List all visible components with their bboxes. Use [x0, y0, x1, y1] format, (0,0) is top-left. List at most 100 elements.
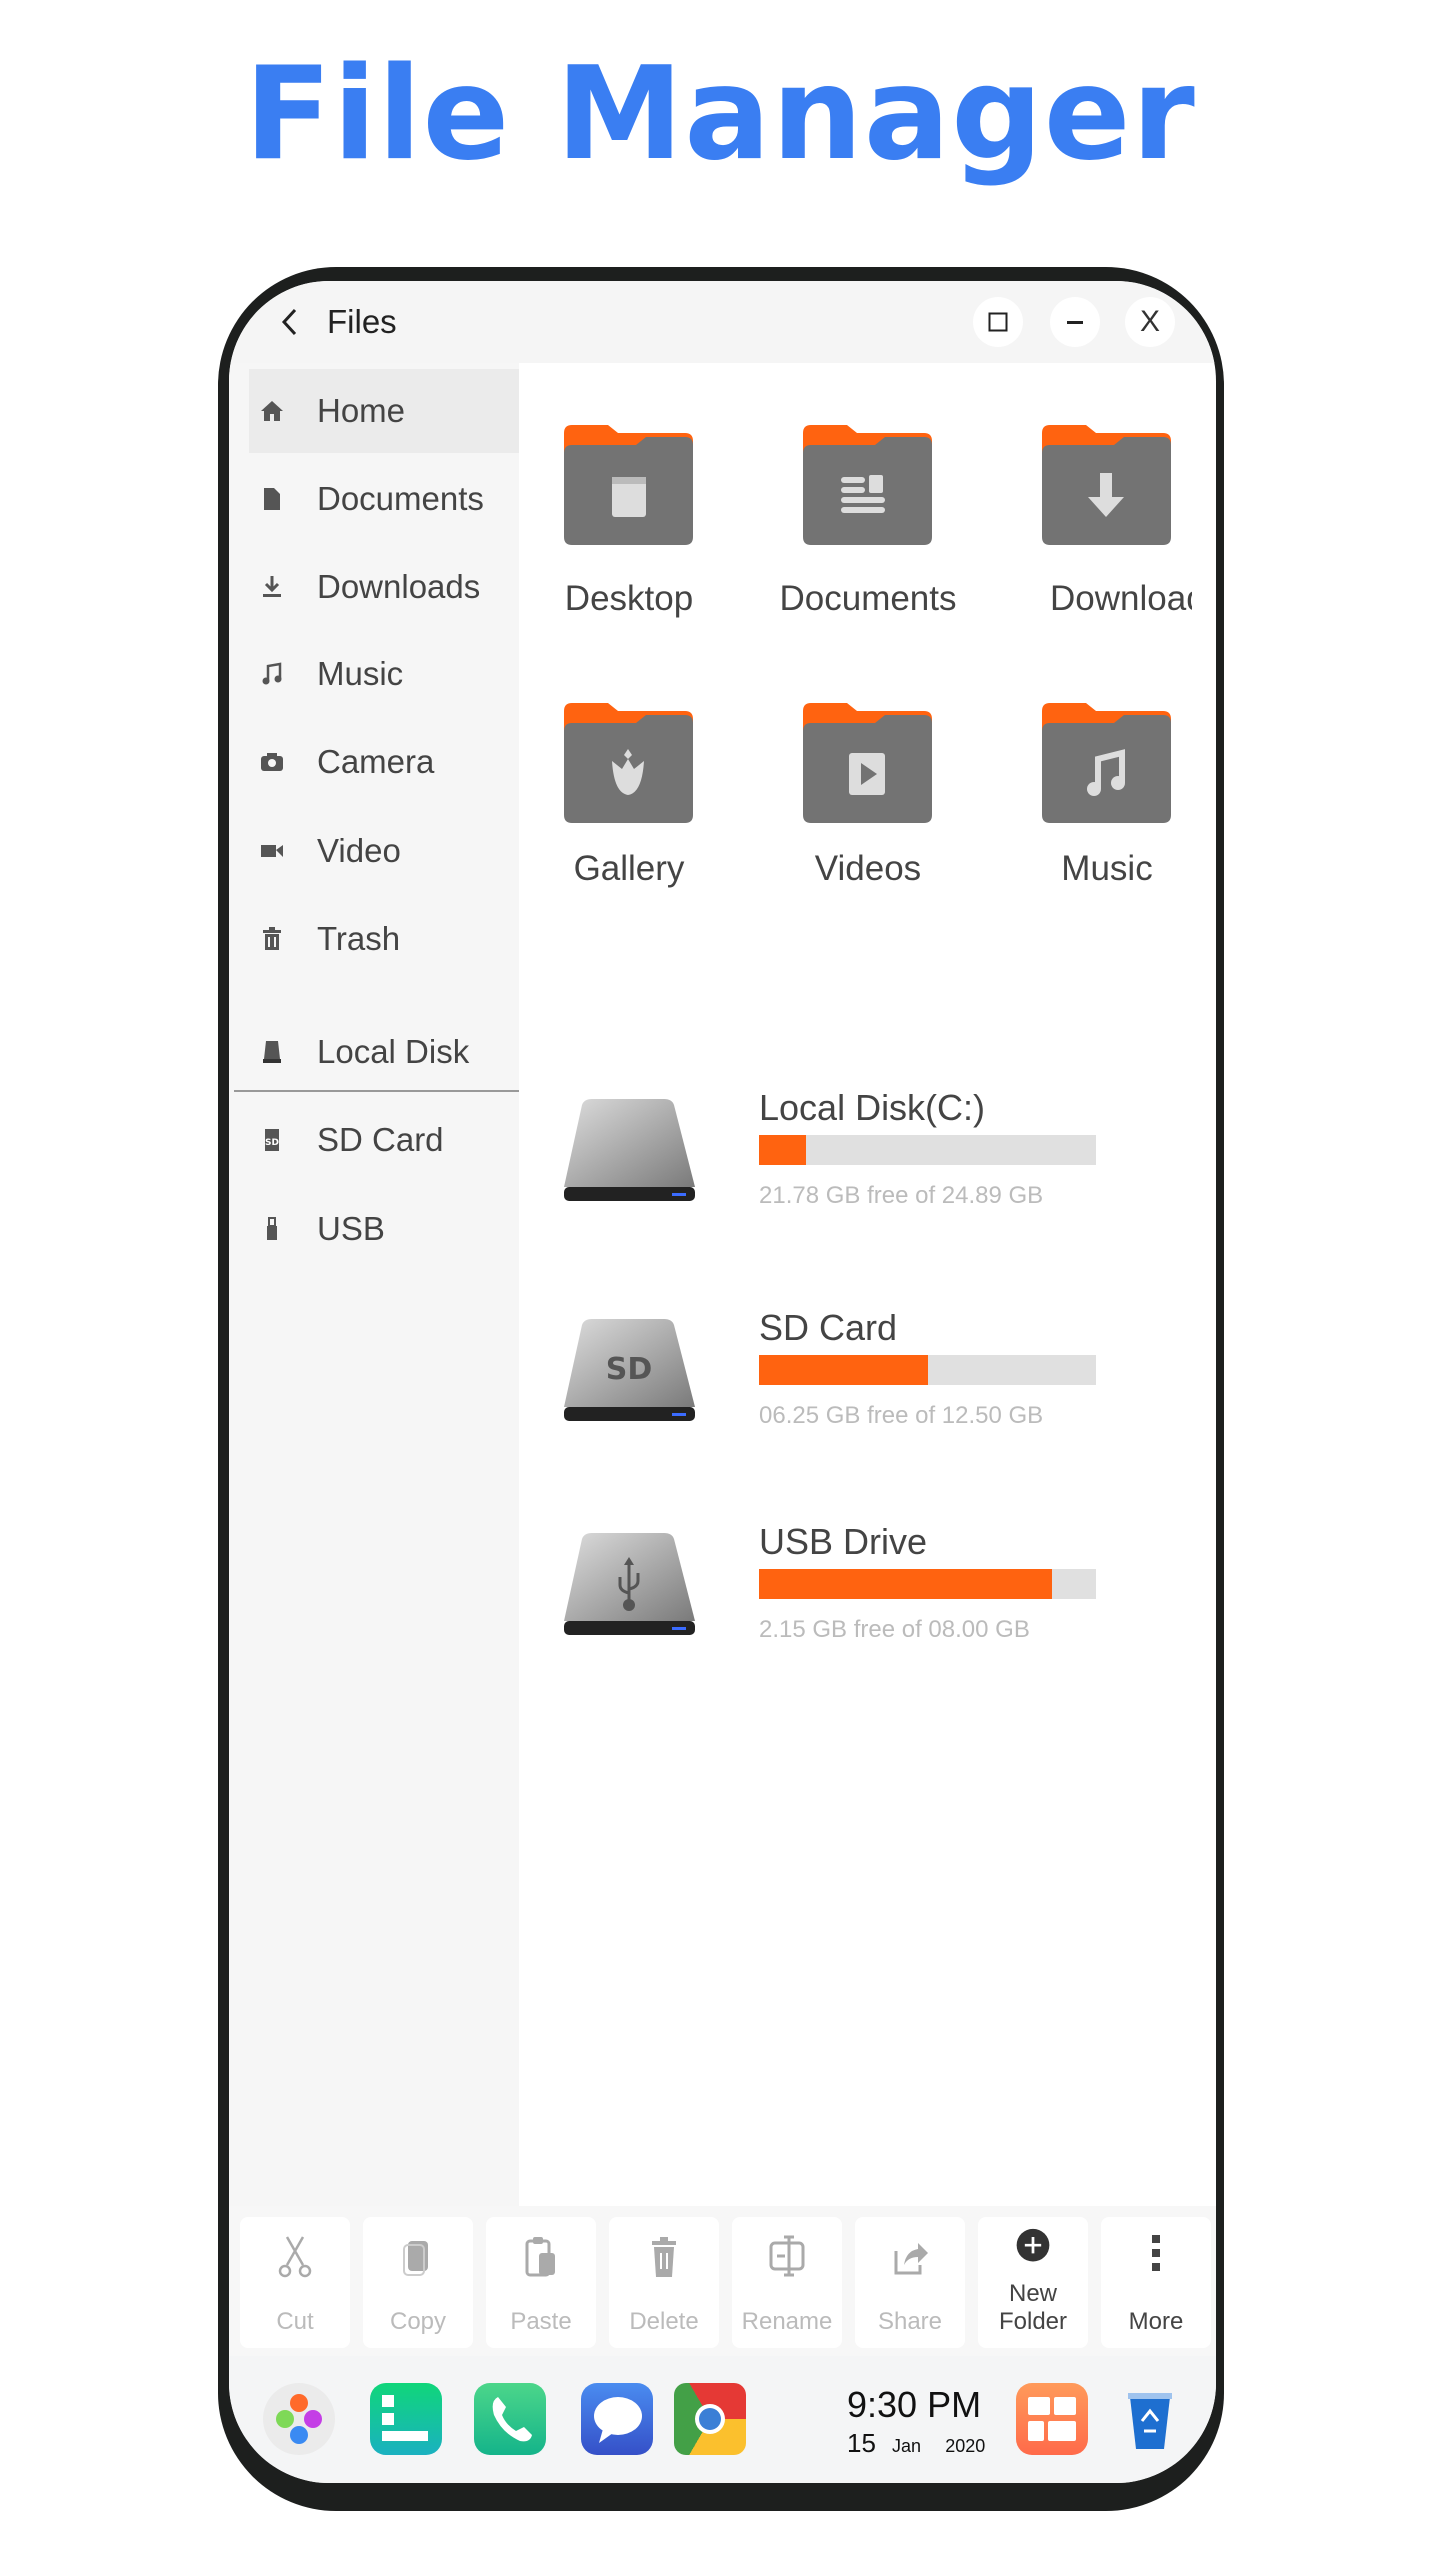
drive-icon: SD [564, 1319, 695, 1421]
sd-card-icon: SD [265, 1129, 279, 1151]
drive-local-disk-c-[interactable]: Local Disk(C:) 21.78 GB free of 24.89 GB [564, 1087, 1124, 1219]
folder-gallery[interactable]: Gallery [514, 703, 744, 911]
minimize-icon [1067, 321, 1083, 324]
recycle-bin-icon [1128, 2393, 1172, 2449]
folder-film-play-icon [803, 703, 932, 823]
folder-music-note-icon [1042, 703, 1171, 823]
drive-usb-drive[interactable]: USB Drive 2.15 GB free of 08.00 GB [564, 1521, 1124, 1653]
messages-app[interactable] [581, 2383, 653, 2455]
sidebar-item-home[interactable]: Home [249, 369, 519, 453]
rename-icon [769, 2235, 805, 2277]
widgets-app[interactable] [1016, 2383, 1088, 2455]
folder-label: Downloads [1050, 579, 1192, 618]
sidebar-item-label: Video [317, 832, 401, 869]
more-button[interactable]: More [1101, 2217, 1211, 2348]
phone-screen: Files X Home Documents Downloads Music Camer… [229, 281, 1216, 2483]
toolbar-label: Cut [276, 2308, 314, 2335]
chrome-app[interactable] [674, 2383, 746, 2455]
rename-button[interactable]: Rename [732, 2217, 842, 2348]
sidebar-item-music[interactable]: Music [229, 632, 519, 716]
toolbar-label: New Folder [978, 2280, 1088, 2336]
drive-icon [564, 1533, 695, 1635]
storage-bar-fill [759, 1569, 1053, 1599]
sidebar-item-label: Music [317, 655, 404, 692]
toolbar-label-text: New Folder [998, 2280, 1068, 2335]
drive-icon [564, 1099, 695, 1201]
folder-label: Videos [814, 849, 922, 888]
copy-button[interactable]: Copy [363, 2217, 473, 2348]
sidebar-item-downloads[interactable]: Downloads [229, 545, 519, 629]
clock-time: 9:30 PM [847, 2384, 982, 2425]
back-button[interactable] [265, 297, 315, 347]
delete-button[interactable]: Delete [609, 2217, 719, 2348]
sidebar-item-label: USB [317, 1210, 385, 1247]
folder-label: Gallery [573, 849, 685, 888]
page-headline: File Manager [244, 40, 1196, 189]
sidebar-device-usb[interactable]: USB [229, 1187, 519, 1271]
storage-bar [759, 1135, 1096, 1165]
download-icon [263, 576, 281, 597]
toolbar-label: Rename [741, 2308, 833, 2335]
chat-bubble-icon [594, 2397, 642, 2443]
sidebar-item-video[interactable]: Video [229, 809, 519, 893]
new-folder-button[interactable]: New Folder [978, 2217, 1088, 2348]
recycle-bin-app[interactable] [1114, 2383, 1186, 2455]
folder-article-icon [803, 425, 932, 545]
toolbar-label: Delete [629, 2308, 699, 2335]
share-button[interactable]: Share [855, 2217, 965, 2348]
paste-button[interactable]: Paste [486, 2217, 596, 2348]
close-button[interactable]: X [1125, 297, 1175, 347]
sidebar-item-label: Documents [317, 480, 484, 517]
drive-sd-card[interactable]: SD SD Card 06.25 GB free of 12.50 GB [564, 1307, 1124, 1439]
sidebar-item-label: Downloads [317, 568, 481, 605]
home-icon [261, 401, 283, 421]
clock-month: Jan [892, 2436, 922, 2456]
drive-name: USB Drive [759, 1521, 928, 1562]
document-icon [264, 488, 280, 510]
folder-videos[interactable]: Videos [753, 703, 983, 911]
notes-app[interactable] [370, 2383, 442, 2455]
folder-downloads[interactable]: Downloads [992, 425, 1216, 641]
toolbar-label: Share [877, 2308, 943, 2335]
disk-icon [263, 1041, 281, 1063]
window-title: Files [327, 303, 397, 340]
sidebar-device-sd-card[interactable]: SD SD Card [229, 1098, 519, 1182]
trash-icon [263, 927, 281, 950]
folder-tulip-icon [564, 703, 693, 823]
folder-label: Desktop [564, 579, 694, 618]
music-icon [262, 662, 282, 685]
more-vertical-icon [1152, 2235, 1160, 2271]
title-bar: Files X [229, 281, 1216, 363]
folder-desktop[interactable]: Desktop [514, 425, 744, 641]
toolbar-label: More [1128, 2308, 1184, 2335]
folder-label: Music [1061, 849, 1153, 888]
clock-day: 15 [847, 2428, 876, 2458]
folder-window-icon [564, 425, 693, 545]
minimize-button[interactable] [1050, 297, 1100, 347]
sidebar-device-local-disk[interactable]: Local Disk [229, 1010, 519, 1094]
launcher-app[interactable] [263, 2383, 335, 2455]
clock: 9:30 PM 15 Jan 2020 [847, 2384, 1007, 2459]
folder-documents[interactable]: Documents [753, 425, 983, 641]
drive-free-space: 21.78 GB free of 24.89 GB [759, 1182, 1044, 1209]
sidebar-item-label: Local Disk [317, 1033, 470, 1070]
sidebar: Home Documents Downloads Music Camera Video Tr… [229, 363, 519, 2253]
sidebar-item-camera[interactable]: Camera [229, 720, 519, 804]
cut-button[interactable]: Cut [240, 2217, 350, 2348]
grid-icon [1028, 2397, 1076, 2441]
svg-text:SD: SD [606, 1352, 653, 1387]
paste-icon [525, 2237, 555, 2277]
action-toolbar: Cut Copy Paste Delete Rename Share New Folder M… [229, 2206, 1216, 2356]
storage-bar-fill [759, 1355, 928, 1385]
maximize-button[interactable] [973, 297, 1023, 347]
close-icon: X [1139, 305, 1160, 338]
launcher-icon [276, 2394, 322, 2444]
sidebar-item-trash[interactable]: Trash [229, 897, 519, 981]
list-icon [382, 2395, 428, 2441]
sidebar-item-documents[interactable]: Documents [229, 457, 519, 541]
copy-icon [403, 2241, 428, 2276]
chrome-icon [695, 2404, 725, 2434]
storage-bar [759, 1569, 1096, 1599]
folder-music[interactable]: Music [992, 703, 1216, 911]
phone-app[interactable] [474, 2383, 546, 2455]
